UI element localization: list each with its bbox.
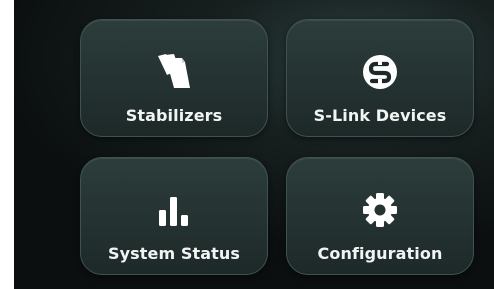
configuration-label: Configuration [317,244,443,263]
stacked-papers-icon [152,50,196,94]
stabilizers-tile[interactable]: Stabilizers [80,19,268,137]
bar-chart-icon [152,188,196,232]
home-screen: Stabilizers S-Link Devices System Status [14,0,494,289]
configuration-tile[interactable]: Configuration [286,157,474,275]
stabilizers-label: Stabilizers [125,106,223,125]
s-link-logo-icon [358,50,402,94]
s-link-devices-label: S-Link Devices [313,106,447,125]
s-link-devices-tile[interactable]: S-Link Devices [286,19,474,137]
gear-icon [358,188,402,232]
system-status-label: System Status [107,244,241,263]
system-status-tile[interactable]: System Status [80,157,268,275]
